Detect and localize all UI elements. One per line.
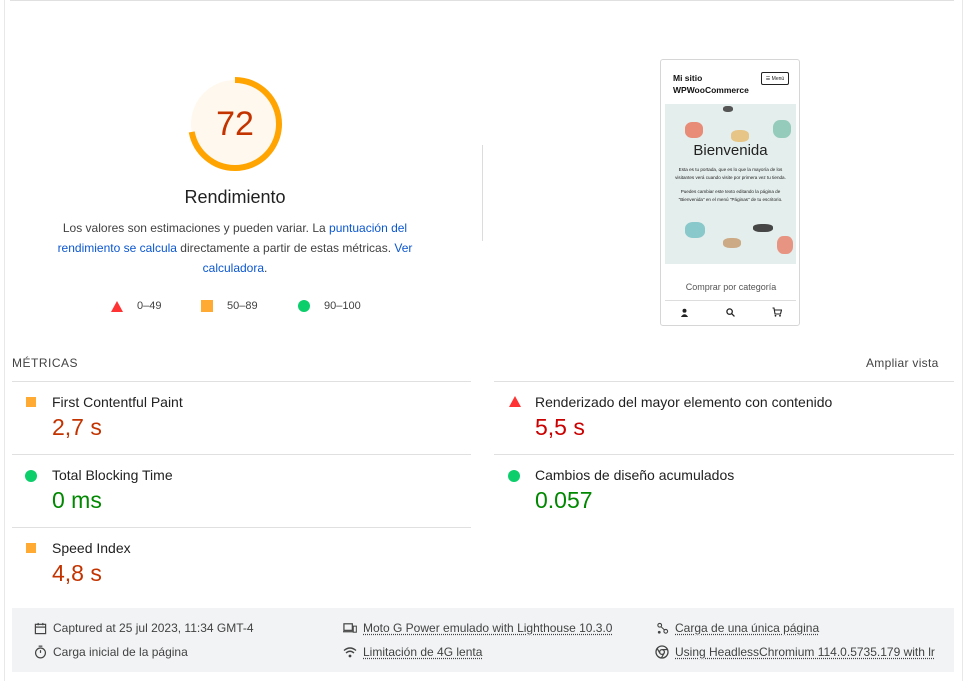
hoodie-icon bbox=[773, 120, 791, 138]
chrome-icon bbox=[655, 645, 669, 659]
browser-text[interactable]: Using HeadlessChromium 114.0.5735.179 wi… bbox=[675, 645, 935, 659]
legend-pass: 90–100 bbox=[298, 299, 361, 313]
hoodie-red-icon bbox=[777, 236, 793, 254]
device-info[interactable]: Moto G Power emulado with Lighthouse 10.… bbox=[343, 621, 612, 635]
metric-speed-index: Speed Index 4,8 s bbox=[12, 536, 452, 608]
green-circle-icon bbox=[508, 470, 520, 482]
metric-fcp: First Contentful Paint 2,7 s bbox=[12, 390, 452, 462]
green-circle-icon bbox=[298, 300, 310, 312]
devices-icon bbox=[343, 621, 357, 635]
shop-by-category: Comprar por categoría bbox=[685, 282, 777, 292]
green-circle-icon bbox=[25, 470, 37, 482]
hero-image: Bienvenida Esta es tu portada, que es lo… bbox=[665, 104, 796, 264]
metric-name: Renderizado del mayor elemento con conte… bbox=[535, 394, 833, 410]
phone-divider bbox=[665, 300, 796, 301]
user-icon bbox=[680, 308, 689, 319]
browser-info[interactable]: Using HeadlessChromium 114.0.5735.179 wi… bbox=[655, 645, 935, 659]
right-border bbox=[962, 0, 963, 681]
captured-text: Captured at 25 jul 2023, 11:34 GMT-4 bbox=[53, 621, 254, 635]
legend-average: 50–89 bbox=[201, 299, 258, 313]
performance-score: 72 bbox=[216, 104, 254, 143]
tshirt-icon bbox=[685, 122, 703, 138]
red-triangle-icon bbox=[509, 396, 521, 407]
metric-value: 4,8 s bbox=[52, 560, 102, 586]
performance-title: Rendimiento bbox=[184, 187, 286, 207]
phone-footer-icons bbox=[661, 306, 799, 320]
site-title: Mi sitio WPWooCommerce bbox=[673, 73, 749, 95]
legend-fail-label: 0–49 bbox=[137, 300, 162, 312]
vertical-divider bbox=[482, 145, 483, 241]
initial-load-info: Carga inicial de la página bbox=[33, 645, 188, 659]
cap-icon bbox=[723, 238, 741, 248]
orange-square-icon bbox=[26, 543, 36, 553]
sunglasses-icon bbox=[723, 106, 733, 112]
legend-pass-label: 90–100 bbox=[324, 300, 361, 312]
metric-divider bbox=[494, 381, 954, 382]
single-load-info[interactable]: Carga de una única página bbox=[655, 621, 819, 635]
metric-name: Speed Index bbox=[52, 540, 131, 556]
description-prefix: Los valores son estimaciones y pueden va… bbox=[62, 221, 330, 235]
left-border bbox=[4, 0, 5, 681]
legend-fail: 0–49 bbox=[111, 299, 161, 313]
throttling-text[interactable]: Limitación de 4G lenta bbox=[363, 645, 482, 659]
metric-name: Cambios de diseño acumulados bbox=[535, 467, 735, 483]
runtime-settings: Captured at 25 jul 2023, 11:34 GMT-4 Mot… bbox=[12, 608, 954, 672]
hero-text-1: Esta es tu portada, que es lo que la may… bbox=[675, 167, 786, 180]
legend-average-label: 50–89 bbox=[227, 300, 258, 312]
glasses-icon bbox=[753, 224, 773, 232]
nodes-icon bbox=[655, 621, 669, 635]
menu-button: ☰ Menú bbox=[761, 72, 789, 85]
metric-tbt: Total Blocking Time 0 ms bbox=[12, 463, 452, 535]
orange-square-icon bbox=[201, 300, 213, 312]
hero-title: Bienvenida bbox=[693, 142, 768, 159]
red-triangle-icon bbox=[111, 300, 123, 312]
captured-info: Captured at 25 jul 2023, 11:34 GMT-4 bbox=[33, 621, 254, 635]
metric-value: 2,7 s bbox=[52, 414, 102, 440]
top-divider bbox=[10, 0, 954, 1]
hero-text-2: Puedes cambiar este texto editando la pá… bbox=[678, 189, 783, 202]
performance-description: Los valores son estimaciones y pueden va… bbox=[50, 218, 420, 278]
metric-value: 5,5 s bbox=[535, 414, 585, 440]
hero-text: Esta es tu portada, que es lo que la may… bbox=[671, 166, 790, 204]
description-middle: directamente a partir de estas métricas. bbox=[176, 241, 395, 255]
throttling-info[interactable]: Limitación de 4G lenta bbox=[343, 645, 482, 659]
device-text[interactable]: Moto G Power emulado with Lighthouse 10.… bbox=[363, 621, 612, 635]
metric-value: 0 ms bbox=[52, 487, 102, 513]
metric-value: 0.057 bbox=[535, 487, 593, 513]
final-screenshot[interactable]: Mi sitio WPWooCommerce ☰ Menú Bienvenida… bbox=[660, 59, 800, 326]
performance-gauge: 72 bbox=[185, 74, 285, 174]
expand-view-toggle[interactable]: Ampliar vista bbox=[866, 356, 939, 370]
metric-divider bbox=[12, 381, 471, 382]
metric-cls: Cambios de diseño acumulados 0.057 bbox=[495, 463, 935, 535]
description-suffix: . bbox=[264, 261, 268, 275]
calendar-icon bbox=[33, 621, 47, 635]
timer-icon bbox=[33, 645, 47, 659]
tshirt-blue-icon bbox=[685, 222, 705, 238]
search-icon bbox=[726, 307, 735, 319]
metrics-heading: MÉTRICAS bbox=[12, 356, 79, 370]
initial-load-text: Carga inicial de la página bbox=[53, 645, 188, 659]
metric-lcp: Renderizado del mayor elemento con conte… bbox=[495, 390, 935, 462]
single-load-text[interactable]: Carga de una única página bbox=[675, 621, 819, 635]
wifi-icon bbox=[343, 645, 357, 659]
orange-square-icon bbox=[26, 397, 36, 407]
hat-icon bbox=[731, 130, 749, 142]
metric-name: First Contentful Paint bbox=[52, 394, 183, 410]
metric-name: Total Blocking Time bbox=[52, 467, 173, 483]
cart-icon bbox=[772, 307, 783, 319]
